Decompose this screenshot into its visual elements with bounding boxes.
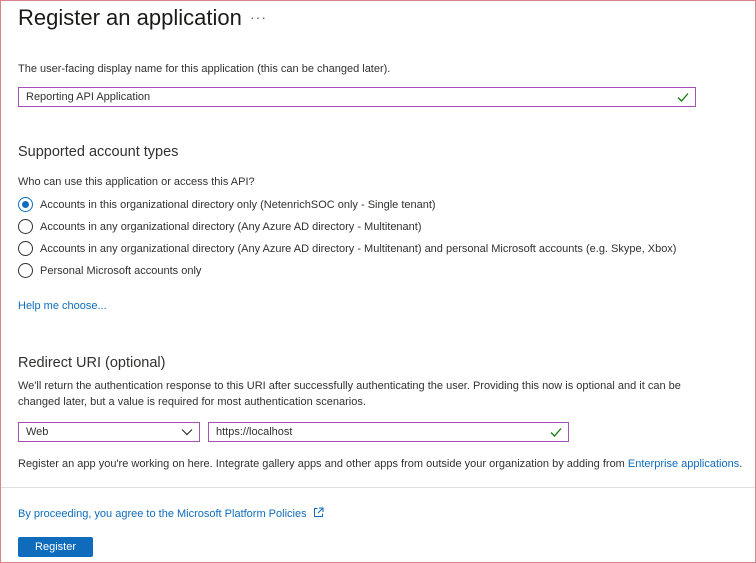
account-types-question: Who can use this application or access t… — [18, 176, 255, 188]
radio-button-selected[interactable] — [18, 197, 33, 212]
radio-label: Accounts in any organizational directory… — [40, 221, 422, 233]
help-me-choose-link[interactable]: Help me choose... — [18, 299, 107, 313]
dialog-frame — [0, 0, 756, 563]
register-note-text: Register an app you're working on here. … — [18, 458, 625, 470]
app-name-value: Reporting API Application — [26, 91, 151, 103]
chevron-down-icon — [181, 429, 193, 436]
radio-multitenant[interactable]: Accounts in any organizational directory… — [18, 219, 718, 237]
platform-policies-link[interactable]: By proceeding, you agree to the Microsof… — [18, 507, 324, 521]
radio-button[interactable] — [18, 241, 33, 256]
redirect-uri-input[interactable]: https://localhost — [208, 422, 569, 442]
platform-value: Web — [26, 426, 49, 438]
radio-personal-only[interactable]: Personal Microsoft accounts only — [18, 263, 718, 281]
radio-multitenant-personal[interactable]: Accounts in any organizational directory… — [18, 241, 718, 259]
external-link-icon — [313, 507, 324, 517]
register-button[interactable]: Register — [18, 537, 93, 557]
redirect-description-line2: changed later, but a value is required f… — [18, 396, 366, 408]
checkmark-icon — [677, 93, 689, 102]
register-note-end: . — [739, 458, 743, 470]
platform-select[interactable]: Web — [18, 422, 200, 442]
register-note: Register an app you're working on here. … — [18, 457, 742, 471]
enterprise-applications-link[interactable]: Enterprise applications — [628, 458, 739, 470]
name-description: The user-facing display name for this ap… — [18, 63, 391, 75]
radio-button[interactable] — [18, 263, 33, 278]
divider — [1, 487, 755, 488]
redirect-uri-value: https://localhost — [216, 426, 293, 438]
radio-label: Accounts in any organizational directory… — [40, 243, 677, 255]
account-types-heading: Supported account types — [18, 144, 179, 160]
radio-label: Personal Microsoft accounts only — [40, 265, 202, 277]
redirect-description-line1: We'll return the authentication response… — [18, 380, 681, 392]
radio-single-tenant[interactable]: Accounts in this organizational director… — [18, 197, 718, 215]
radio-label: Accounts in this organizational director… — [40, 199, 436, 211]
redirect-heading: Redirect URI (optional) — [18, 355, 166, 371]
checkmark-icon — [550, 428, 562, 437]
more-options-button[interactable]: ··· — [250, 6, 267, 28]
platform-policies-text: By proceeding, you agree to the Microsof… — [18, 508, 307, 520]
app-name-input[interactable]: Reporting API Application — [18, 87, 696, 107]
radio-button[interactable] — [18, 219, 33, 234]
page-title: Register an application — [18, 5, 242, 30]
